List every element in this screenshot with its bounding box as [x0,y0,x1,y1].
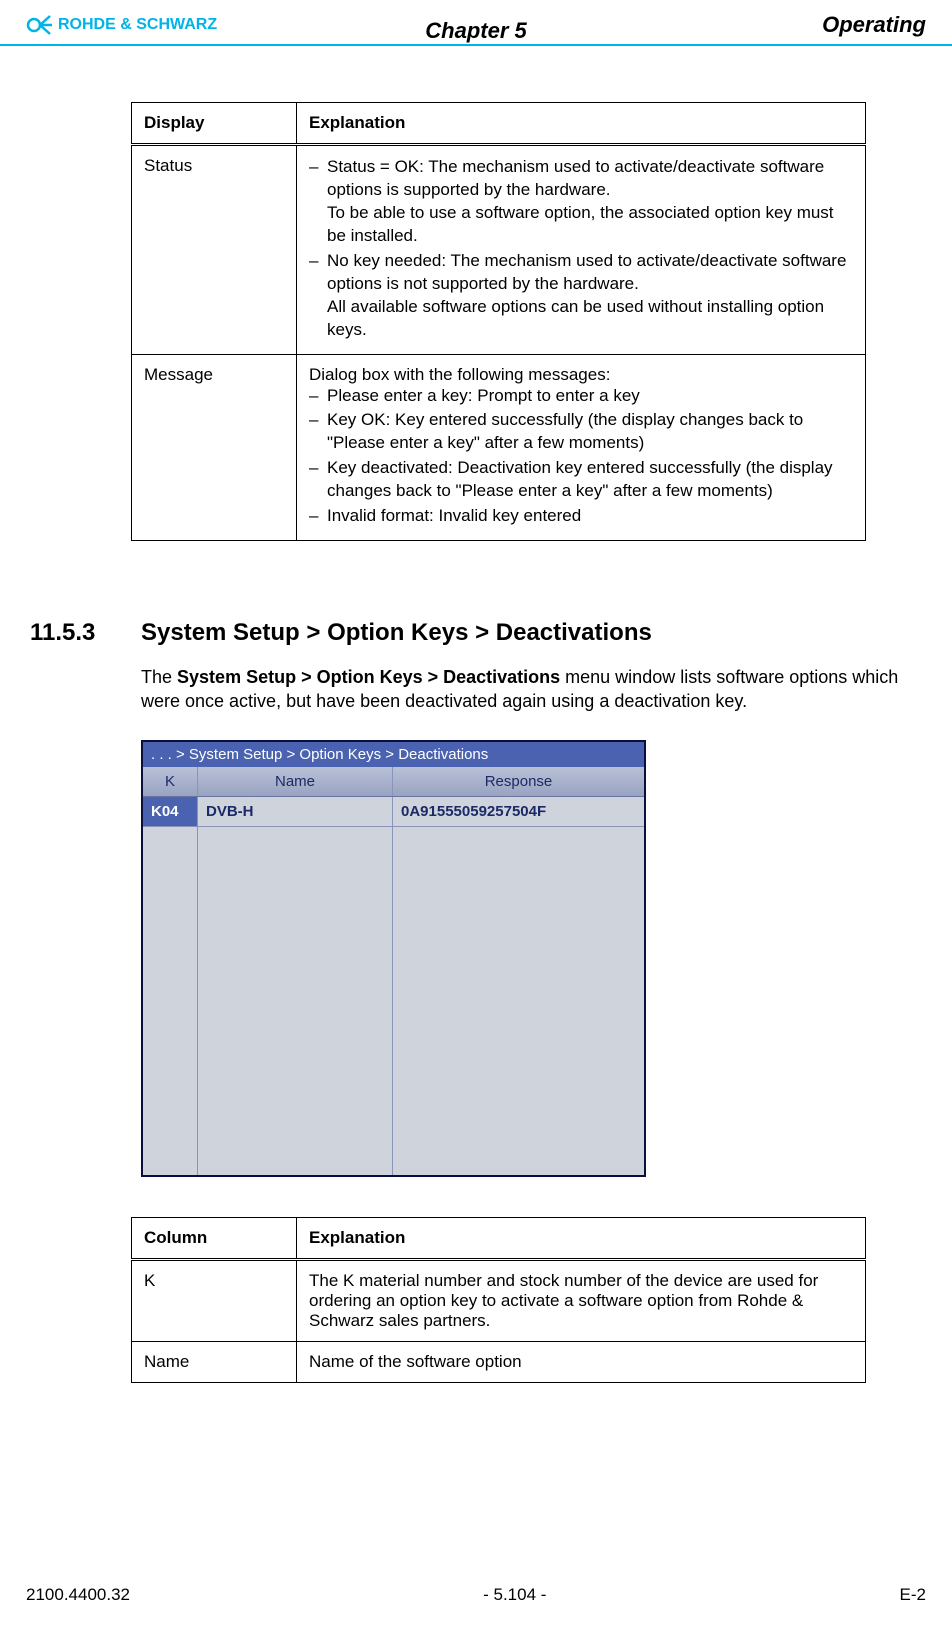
table2-header-explanation: Explanation [297,1217,866,1259]
col-header-response[interactable]: Response [393,767,644,796]
cell-column: Name [132,1341,297,1382]
footer-right: E-2 [900,1585,926,1605]
cell-name: DVB-H [198,797,393,827]
table2-header-column: Column [132,1217,297,1259]
section-number: 11.5.3 [26,619,141,647]
cell-display: Message [132,354,297,541]
list-item[interactable]: K04 DVB-H 0A91555059257504F [143,797,644,827]
section-paragraph: The System Setup > Option Keys > Deactiv… [141,665,916,714]
window-title: . . . > System Setup > Option Keys > Dea… [143,742,644,767]
cell-explanation: The K material number and stock number o… [297,1259,866,1341]
brand-logo: ROHDE & SCHWARZ [26,12,217,38]
table-row: Message Dialog box with the following me… [132,354,866,541]
display-explanation-table: Display Explanation Status Status = OK: … [131,102,866,541]
footer-center: - 5.104 - [483,1585,546,1605]
page-footer: 2100.4400.32 - 5.104 - E-2 [0,1585,952,1605]
section-title: System Setup > Option Keys > Deactivatio… [141,619,652,647]
table1-header-explanation: Explanation [297,103,866,145]
col-header-name[interactable]: Name [198,767,393,796]
cell-display: Status [132,145,297,355]
section-heading: 11.5.3 System Setup > Option Keys > Deac… [26,619,926,647]
chapter-label: Chapter 5 [425,18,526,44]
cell-explanation: Dialog box with the following messages: … [297,354,866,541]
table-row: Name Name of the software option [132,1341,866,1382]
column-explanation-table: Column Explanation K The K material numb… [131,1217,866,1383]
section-label: Operating [822,12,926,38]
cell-column: K [132,1259,297,1341]
cell-response: 0A91555059257504F [393,797,644,827]
page-header: ROHDE & SCHWARZ Chapter 5 Operating [0,0,952,46]
table1-header-display: Display [132,103,297,145]
col-header-k[interactable]: K [143,767,198,796]
column-headers: K Name Response [143,767,644,797]
rs-logo-icon [26,12,52,38]
brand-text: ROHDE & SCHWARZ [58,16,217,34]
cell-k: K04 [143,797,198,827]
table-row: K The K material number and stock number… [132,1259,866,1341]
footer-left: 2100.4400.32 [26,1585,130,1605]
empty-rows-area [143,827,644,1175]
cell-explanation: Status = OK: The mechanism used to activ… [297,145,866,355]
deactivations-window: . . . > System Setup > Option Keys > Dea… [141,740,646,1177]
cell-explanation: Name of the software option [297,1341,866,1382]
table-row: Status Status = OK: The mechanism used t… [132,145,866,355]
